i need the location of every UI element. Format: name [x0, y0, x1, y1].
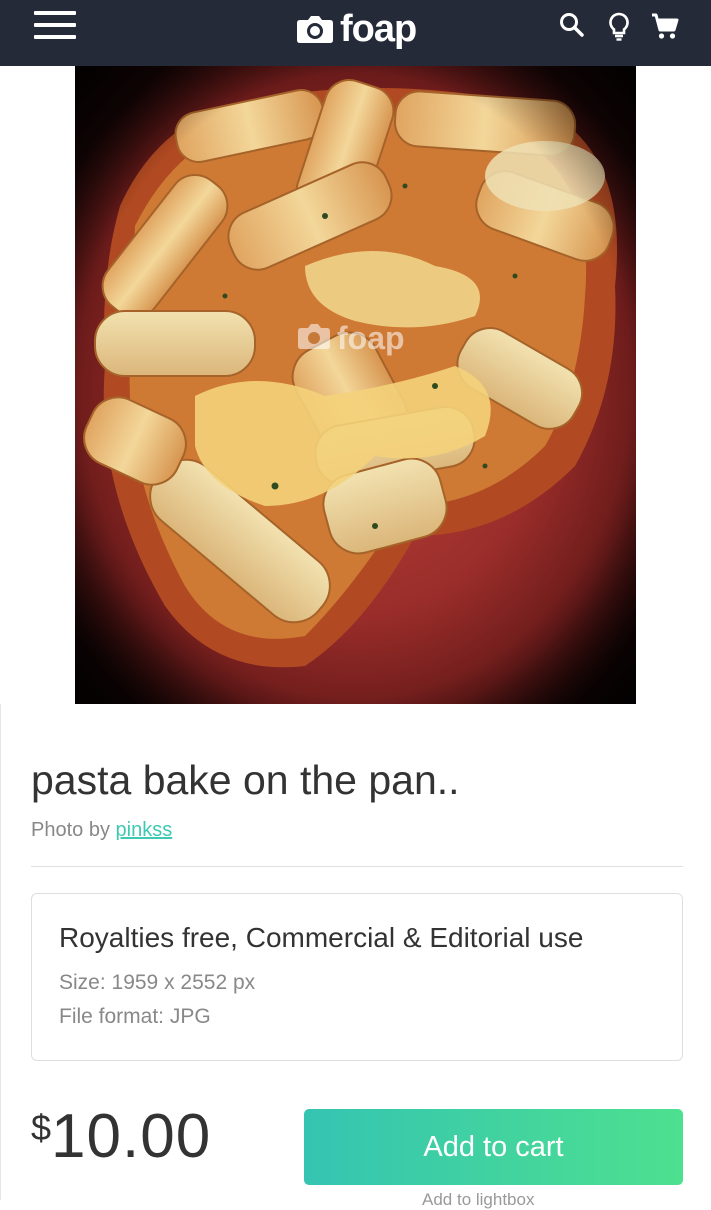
menu-icon[interactable] [34, 11, 76, 39]
cart-icon[interactable] [650, 10, 680, 42]
author-link[interactable]: pinkss [116, 819, 173, 841]
photo-credit: Photo by pinkss [31, 816, 172, 844]
add-to-lightbox-link[interactable]: Add to lightbox [422, 1190, 534, 1210]
top-navigation-bar: foap [0, 0, 711, 66]
foap-logo[interactable]: foap [296, 7, 417, 51]
photo-watermark: foap [337, 320, 405, 356]
license-card: Royalties free, Commercial & Editorial u… [31, 893, 683, 1061]
photo-title: pasta bake on the pan.. [31, 757, 460, 803]
logo-text: foap [340, 8, 417, 50]
price-amount: 10.00 [51, 1102, 212, 1171]
lightbulb-icon[interactable] [604, 10, 634, 42]
price-currency: $ [31, 1107, 52, 1148]
price: $10.00 [31, 1106, 211, 1168]
image-size: Size: 1959 x 2552 px [59, 971, 256, 994]
product-photo[interactable]: foap [75, 66, 636, 704]
license-title: Royalties free, Commercial & Editorial u… [59, 922, 584, 953]
content-border [0, 704, 1, 1200]
camera-logo-icon [296, 14, 334, 44]
byline-prefix: Photo by [31, 819, 110, 841]
search-icon[interactable] [557, 10, 587, 42]
divider [31, 866, 683, 867]
file-format: File format: JPG [59, 1005, 211, 1028]
add-to-cart-button[interactable]: Add to cart [304, 1109, 683, 1185]
